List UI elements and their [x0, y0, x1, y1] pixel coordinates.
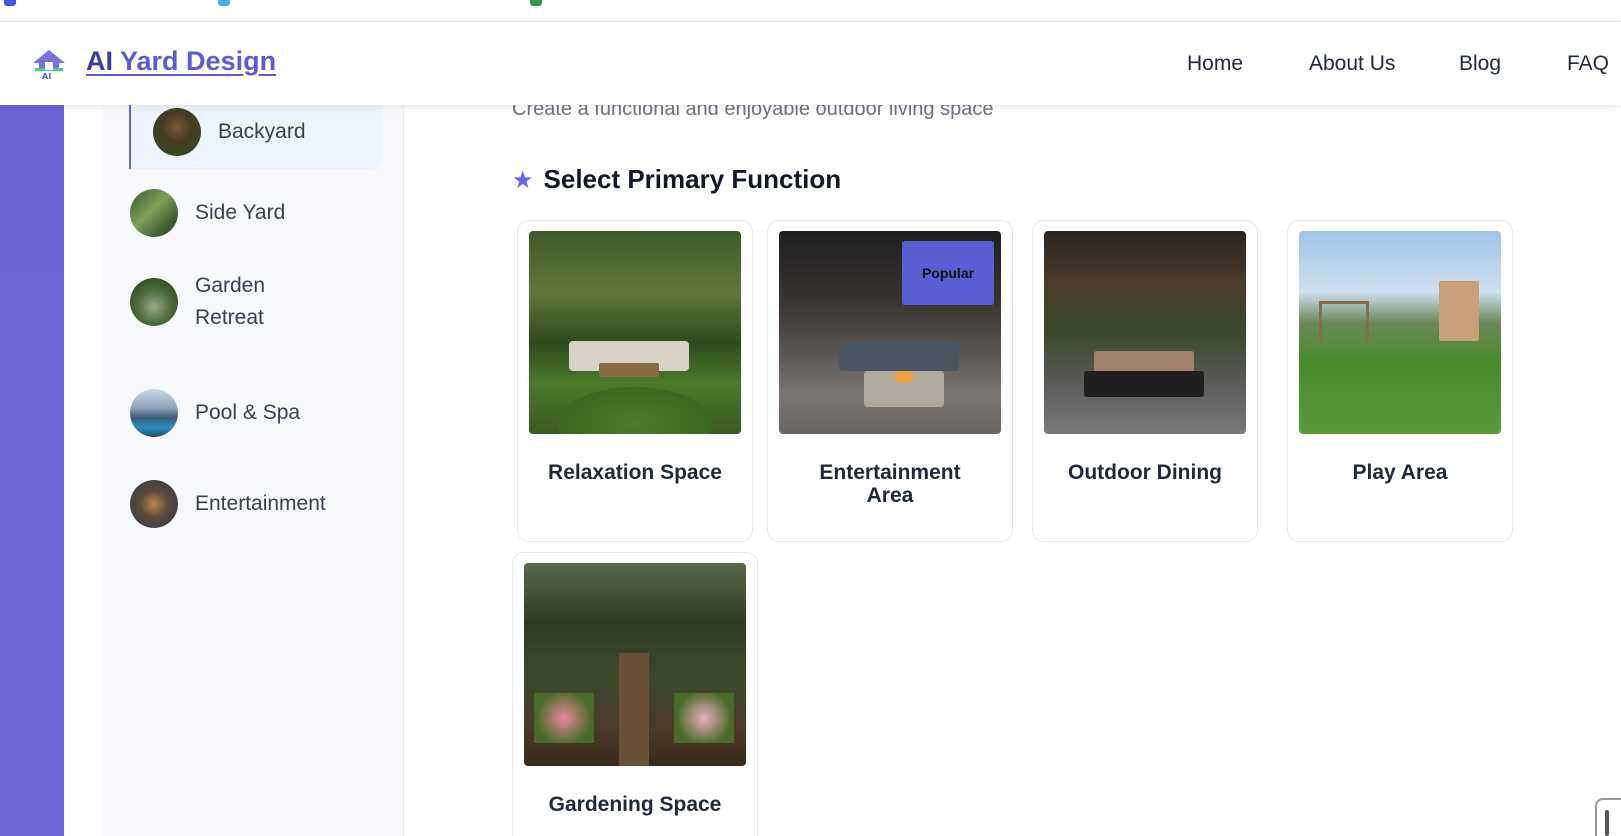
- scroll-handle[interactable]: [1595, 798, 1621, 836]
- nav-blog[interactable]: Blog: [1459, 52, 1501, 76]
- gardening-space-image: [524, 563, 746, 766]
- side-yard-thumbnail: [130, 189, 178, 237]
- sidebar-item-label: Backyard: [218, 120, 306, 143]
- sidebar-item-label: Garden Retreat: [195, 274, 266, 329]
- garden-retreat-thumbnail: [130, 278, 178, 326]
- outdoor-dining-image: [1044, 231, 1246, 434]
- card-label: Relaxation Space: [548, 461, 722, 484]
- popular-badge: Popular: [902, 241, 994, 305]
- bookmark-item[interactable]: [218, 0, 238, 7]
- left-accent-stripe: [0, 22, 64, 836]
- house-logo-icon: AI: [33, 50, 65, 80]
- nav-about-us[interactable]: About Us: [1309, 52, 1395, 76]
- svg-text:AI: AI: [42, 72, 51, 80]
- star-icon: ★: [512, 167, 534, 194]
- function-card-entertainment[interactable]: Popular Entertainment Area: [767, 220, 1013, 542]
- sidebar-item-garden-retreat[interactable]: Garden Retreat: [130, 270, 330, 334]
- function-card-dining[interactable]: Outdoor Dining: [1032, 220, 1258, 542]
- function-card-play[interactable]: Play Area: [1287, 220, 1513, 542]
- card-label: Outdoor Dining: [1068, 461, 1222, 484]
- yard-type-sidebar: Backyard Side Yard Garden Retreat Pool &…: [102, 95, 404, 836]
- function-card-relaxation[interactable]: Relaxation Space: [517, 220, 753, 542]
- card-label: Play Area: [1352, 461, 1448, 484]
- play-area-image: [1299, 231, 1501, 434]
- card-label: Entertainment Area: [819, 461, 961, 507]
- pool-spa-thumbnail: [130, 389, 178, 437]
- sidebar-item-side-yard[interactable]: Side Yard: [130, 189, 378, 237]
- card-label: Gardening Space: [548, 793, 722, 816]
- sidebar-item-pool-spa[interactable]: Pool & Spa: [130, 389, 378, 437]
- function-card-gardening[interactable]: Gardening Space: [512, 552, 758, 836]
- nav-home[interactable]: Home: [1187, 52, 1243, 76]
- section-title: ★ Select Primary Function: [512, 164, 841, 195]
- logo-link[interactable]: AI Yard Design: [86, 46, 276, 77]
- logo-name: Yard Design: [120, 46, 277, 76]
- bookmark-item[interactable]: [530, 0, 550, 7]
- sidebar-item-entertainment[interactable]: Entertainment: [130, 480, 378, 528]
- backyard-thumbnail: [153, 108, 201, 156]
- bookmark-item[interactable]: [4, 0, 24, 7]
- relaxation-space-image: [529, 231, 741, 434]
- logo-prefix: AI: [86, 46, 113, 76]
- nav-faq[interactable]: FAQ: [1567, 52, 1609, 76]
- sidebar-item-backyard[interactable]: Backyard: [129, 95, 383, 169]
- section-title-text: Select Primary Function: [543, 164, 842, 194]
- sidebar-item-label: Entertainment: [195, 492, 326, 515]
- site-header: AI AI Yard Design Home About Us Blog FAQ: [0, 22, 1621, 105]
- sidebar-item-label: Side Yard: [195, 201, 286, 224]
- sidebar-item-label: Pool & Spa: [195, 401, 301, 424]
- bookmarks-bar: [0, 0, 1621, 22]
- entertainment-thumbnail: [130, 480, 178, 528]
